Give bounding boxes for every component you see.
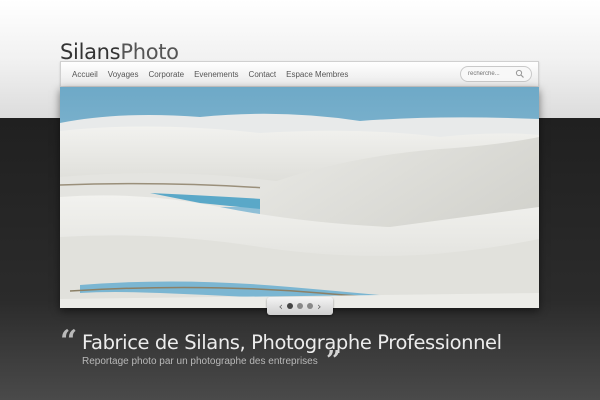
slide-photo	[60, 87, 539, 308]
nav-item-evenements[interactable]: Evenements	[189, 70, 243, 79]
main-navigation: Accueil Voyages Corporate Evenements Con…	[60, 61, 539, 87]
slider-dot-3[interactable]	[307, 303, 313, 309]
nav-list: Accueil Voyages Corporate Evenements Con…	[67, 62, 353, 86]
tagline-subline: Reportage photo par un photographe des e…	[82, 356, 318, 367]
hero-slider	[60, 87, 539, 308]
slider-navigation: ‹ ›	[267, 297, 333, 315]
nav-item-contact[interactable]: Contact	[244, 70, 282, 79]
nav-item-voyages[interactable]: Voyages	[103, 70, 144, 79]
search-input[interactable]	[461, 71, 515, 77]
slider-dot-2[interactable]	[297, 303, 303, 309]
search-icon[interactable]	[515, 69, 525, 79]
nav-item-corporate[interactable]: Corporate	[144, 70, 190, 79]
chevron-right-icon[interactable]: ›	[317, 301, 321, 312]
nav-item-accueil[interactable]: Accueil	[67, 70, 103, 79]
search-box	[460, 66, 532, 82]
quote-open-mark: “	[60, 324, 78, 359]
chevron-left-icon[interactable]: ‹	[279, 301, 283, 312]
tagline-headline: Fabrice de Silans, Photographe Professio…	[82, 331, 502, 354]
quote-close-mark: ”	[326, 346, 341, 376]
slider-dot-1[interactable]	[287, 303, 293, 309]
nav-item-espace-membres[interactable]: Espace Membres	[281, 70, 353, 79]
